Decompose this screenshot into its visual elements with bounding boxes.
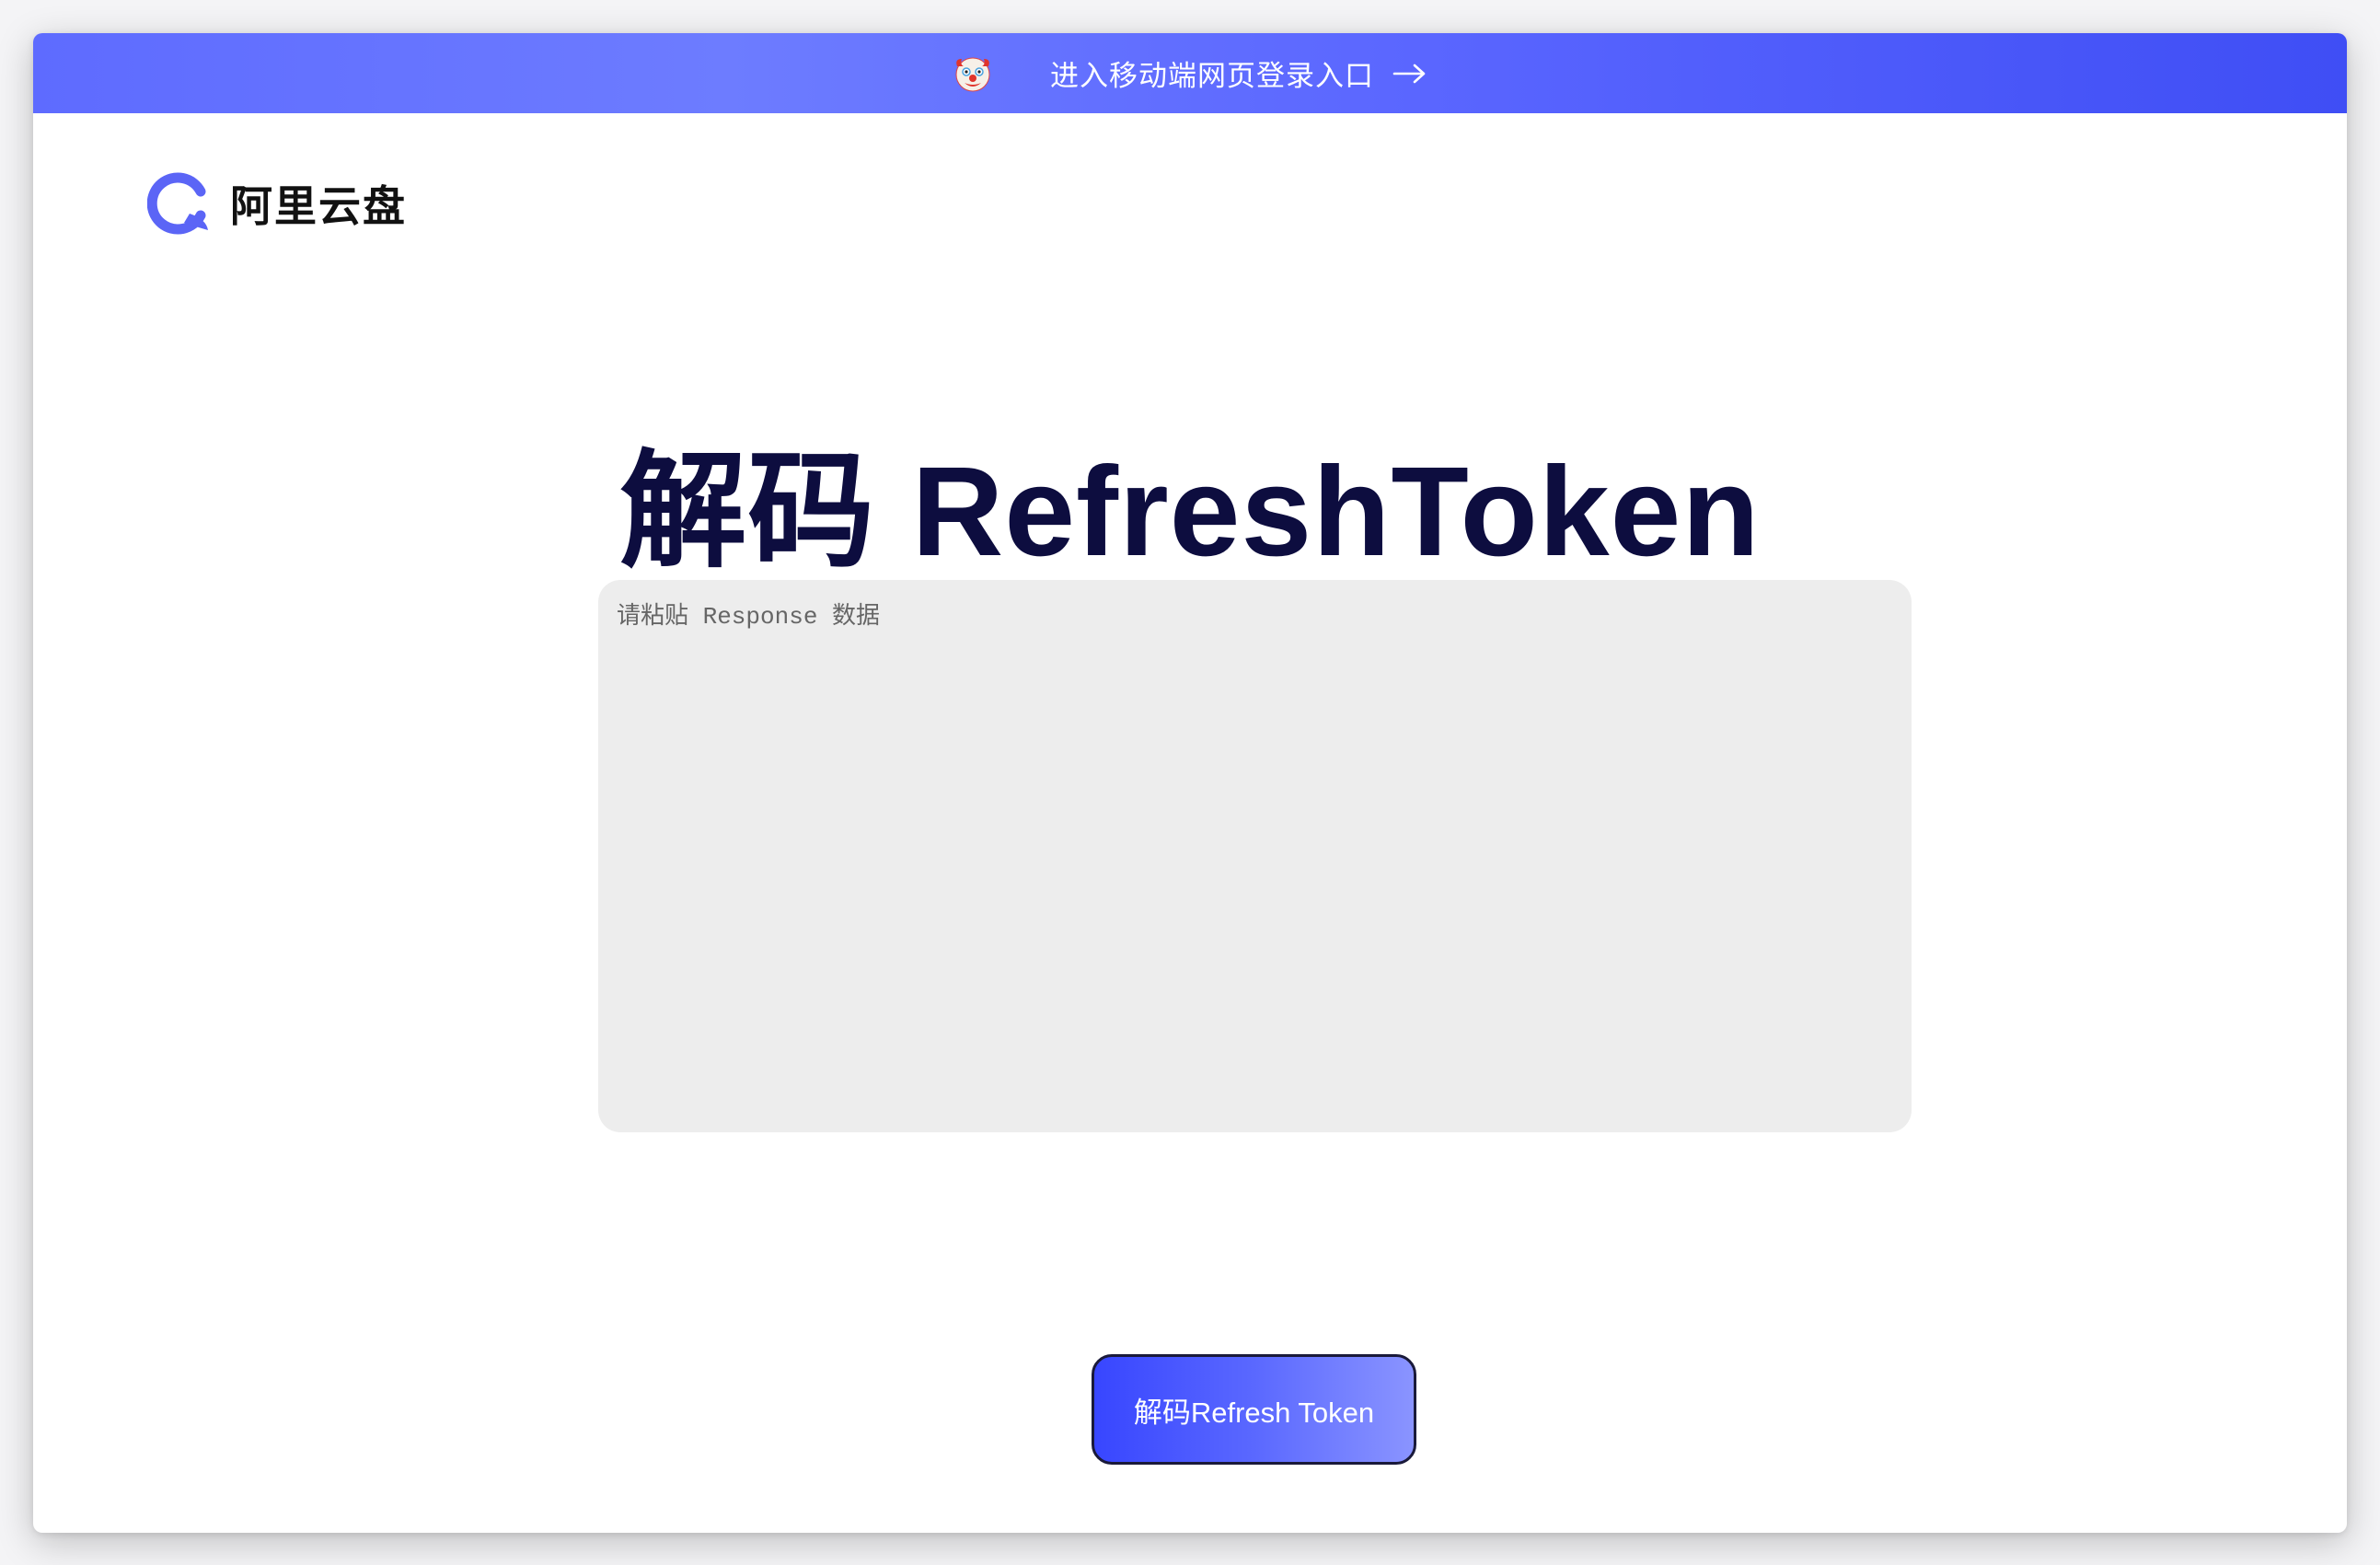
aliyun-drive-logo-icon: [147, 172, 208, 235]
page-title: 解码 RefreshToken: [619, 441, 1761, 583]
mobile-login-banner[interactable]: 进入移动端网页登录入口: [33, 33, 2347, 113]
app-logo[interactable]: 阿里云盘: [147, 171, 407, 236]
decode-refresh-token-button[interactable]: 解码Refresh Token: [1092, 1354, 1416, 1465]
arrow-right-icon: [1392, 64, 1426, 83]
banner-text: 进入移动端网页登录入口: [1050, 60, 1374, 93]
response-data-input[interactable]: [598, 580, 1912, 1132]
response-input-wrapper: [598, 580, 1912, 1132]
browser-window: 进入移动端网页登录入口 阿里云盘 解码 RefreshToken 解码Refre…: [33, 33, 2347, 1533]
logo-text: 阿里云盘: [230, 181, 407, 231]
clown-face-icon: [955, 57, 990, 91]
